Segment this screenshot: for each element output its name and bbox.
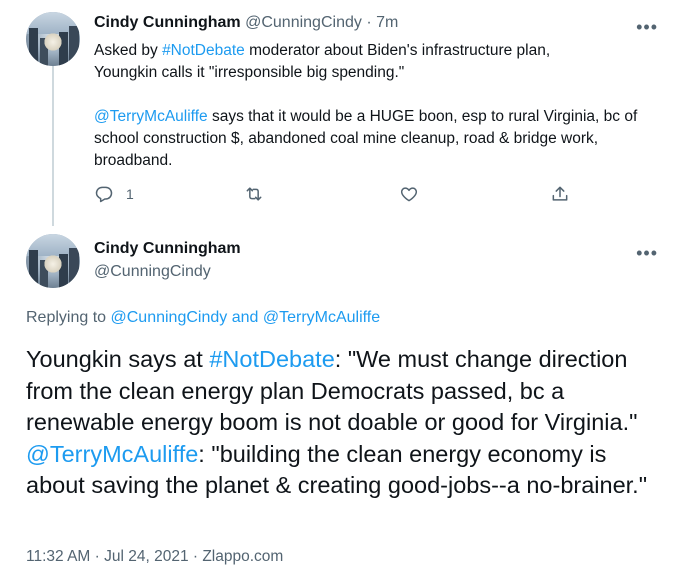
text-segment: Asked by [94, 42, 163, 59]
replying-to: Replying to @CunningCindy and @TerryMcAu… [26, 309, 380, 327]
text-segment: moderator about Biden's infrastructure p… [244, 42, 551, 59]
replying-and: and [227, 309, 263, 326]
reply-icon [95, 186, 113, 203]
tweet-actions: 1 [94, 184, 574, 208]
heart-icon [400, 187, 418, 202]
mention-link[interactable]: @CunningCindy [111, 309, 228, 326]
mention-link[interactable]: @TerryMcAuliffe [263, 309, 380, 326]
author-handle[interactable]: @CunningCindy [94, 263, 211, 281]
tweet-text: Youngkin says at #NotDebate: "We must ch… [26, 344, 666, 502]
tweet-timestamp[interactable]: 11:32 AM · Jul 24, 2021 · Zlappo.com [26, 548, 283, 566]
reply-count: 1 [126, 186, 134, 202]
avatar[interactable] [26, 234, 80, 288]
text-segment: Youngkin says at [26, 346, 210, 372]
hashtag-link[interactable]: #NotDebate [162, 42, 245, 59]
share-icon [552, 186, 568, 201]
retweet-button[interactable] [244, 184, 264, 204]
author-name[interactable]: Cindy Cunningham [94, 240, 241, 258]
hashtag-link[interactable]: #NotDebate [209, 346, 334, 372]
author-name[interactable]: Cindy Cunningham [94, 14, 241, 31]
mention-link[interactable]: @TerryMcAuliffe [26, 441, 198, 467]
mention-link[interactable]: @TerryMcAuliffe [94, 108, 208, 125]
share-button[interactable] [550, 184, 570, 204]
replying-label: Replying to [26, 309, 111, 326]
tweet-parent[interactable]: Cindy Cunningham @CunningCindy · 7m ••• … [0, 0, 680, 226]
author-handle[interactable]: @CunningCindy [245, 14, 362, 31]
like-button[interactable] [399, 184, 419, 204]
text-segment: Youngkin calls it "irresponsible big spe… [94, 64, 405, 81]
more-options-icon[interactable]: ••• [636, 244, 658, 262]
thread-connector-line [52, 66, 54, 226]
retweet-icon [246, 187, 262, 201]
more-options-icon[interactable]: ••• [636, 18, 658, 36]
tweet-text: Asked by #NotDebate moderator about Bide… [94, 40, 664, 172]
header-separator: · [366, 14, 372, 31]
tweet-header: Cindy Cunningham @CunningCindy · 7m [94, 14, 398, 32]
avatar[interactable] [26, 12, 80, 66]
reply-button[interactable]: 1 [94, 184, 134, 204]
tweet-time[interactable]: 7m [376, 14, 398, 31]
